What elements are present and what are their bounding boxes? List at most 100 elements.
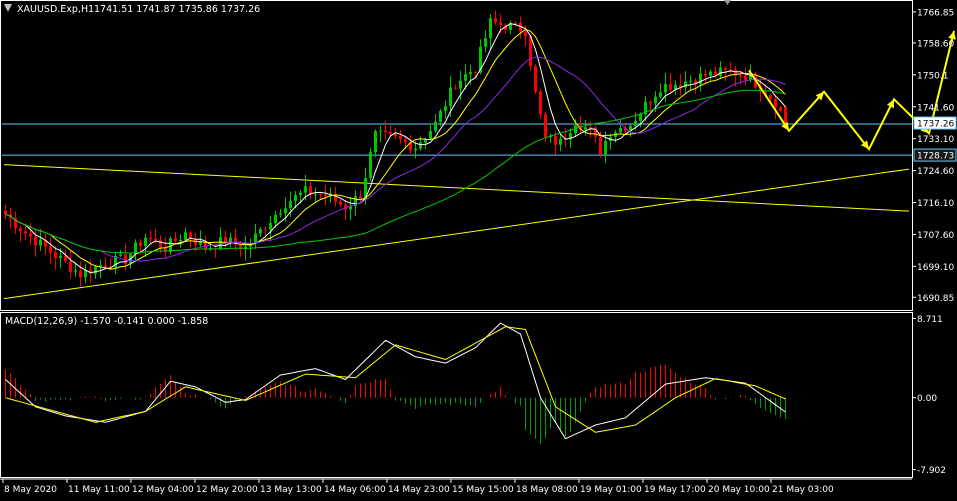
candle-body [314,194,317,196]
candle-body [559,138,562,145]
price-label: 1737.26 [917,120,954,130]
candle-body [484,38,487,47]
candle-body [649,101,652,104]
candle-body [654,96,657,104]
candle-body [219,237,222,250]
time-tick-label: 20 May 10:00 [708,485,770,495]
candle-body [159,240,162,248]
candle-body [74,270,77,272]
candle-body [779,107,782,112]
candle-body [489,18,492,39]
price-tick-label: 1750.1 [917,71,949,81]
candle-body [534,66,537,92]
candle-body [619,127,622,133]
ohlc-label: 1741.51 1741.87 1735.86 1737.26 [94,4,260,15]
price-tick-label: 1724.60 [917,167,954,177]
candle-body [404,139,407,143]
candle-body [294,195,297,202]
candle [369,148,372,182]
price-tick-label: 1707.60 [917,231,954,241]
candle [534,64,537,95]
candle-body [684,81,687,88]
candle-body [494,18,497,23]
candle-body [79,270,82,278]
time-tick-label: 18 May 08:00 [516,485,578,495]
time-tick-label: 14 May 06:00 [324,485,386,495]
candle-body [399,136,402,140]
candle-body [604,140,607,155]
candle-body [269,223,272,230]
candle-body [19,228,22,232]
candle-body [784,107,787,124]
candle-body [429,130,432,139]
price-tick-label: 1699.10 [917,263,954,273]
macd-tick-label: 8.711 [917,315,943,325]
candle-body [634,121,637,126]
macd-label: MACD(12,26,9) -1.570 -0.141 0.000 -1.858 [5,316,208,327]
time-tick-label: 12 May 04:00 [132,485,194,495]
candle-body [24,231,27,234]
candle-body [264,229,267,231]
time-tick-label: 12 May 20:00 [196,485,258,495]
candle-body [119,254,122,256]
candle-body [274,214,277,224]
time-tick-label: 13 May 13:00 [260,485,322,495]
candle-body [324,194,327,197]
candle-body [689,80,692,82]
candle-body [514,22,517,24]
candle-body [774,98,777,108]
candle-body [389,132,392,134]
candle-body [454,87,457,89]
candle-body [374,130,377,153]
candle-body [394,133,397,137]
candle-body [434,121,437,131]
candle-body [319,194,322,196]
price-tick-label: 1758.60 [917,39,954,49]
candle-body [54,252,57,259]
candle-body [459,80,462,89]
candle-body [499,22,502,25]
price-tick-label: 1741.60 [917,103,954,113]
candle-body [449,87,452,107]
candle-body [144,237,147,247]
candle-body [174,238,177,242]
candle-body [769,95,772,99]
candle-body [599,136,602,155]
price-tick-label: 1690.85 [917,294,954,304]
price-tick-label: 1716.10 [917,199,954,209]
candle-body [4,210,7,215]
chart-background [0,0,957,497]
time-tick-label: 11 May 11:00 [68,485,130,495]
candle-body [384,130,387,133]
candle-body [739,75,742,77]
candle-body [154,238,157,241]
candle-body [414,148,417,151]
candle-body [149,237,152,239]
candle-body [289,201,292,209]
candle-body [724,67,727,70]
time-tick-label: 8 May 2020 [4,485,57,495]
chart-svg[interactable]: 1766.85 1758.60 1750.1 1741.60 1733.10 1724.6… [0,0,957,497]
candle-body [469,72,472,75]
candle-body [589,127,592,129]
candle-body [139,242,142,247]
candle-body [464,74,467,81]
candle-body [664,84,667,93]
chart-window: 1766.85 1758.60 1750.1 1741.60 1733.10 1724.6… [0,0,957,497]
candle-body [419,142,422,149]
macd-tick-label: 0.00 [917,394,937,404]
candle-body [104,265,107,267]
candle-body [184,232,187,240]
candle-body [254,233,257,244]
candle-body [659,92,662,97]
candle-body [709,71,712,76]
candle-body [554,135,557,145]
time-tick-label: 15 May 15:00 [452,485,514,495]
price-label: 1728.73 [917,152,954,162]
candle-body [439,110,442,122]
candle-body [59,255,62,259]
time-tick-label: 19 May 17:00 [644,485,706,495]
candle-body [639,113,642,122]
candle-body [69,261,72,272]
candle-body [279,213,282,215]
